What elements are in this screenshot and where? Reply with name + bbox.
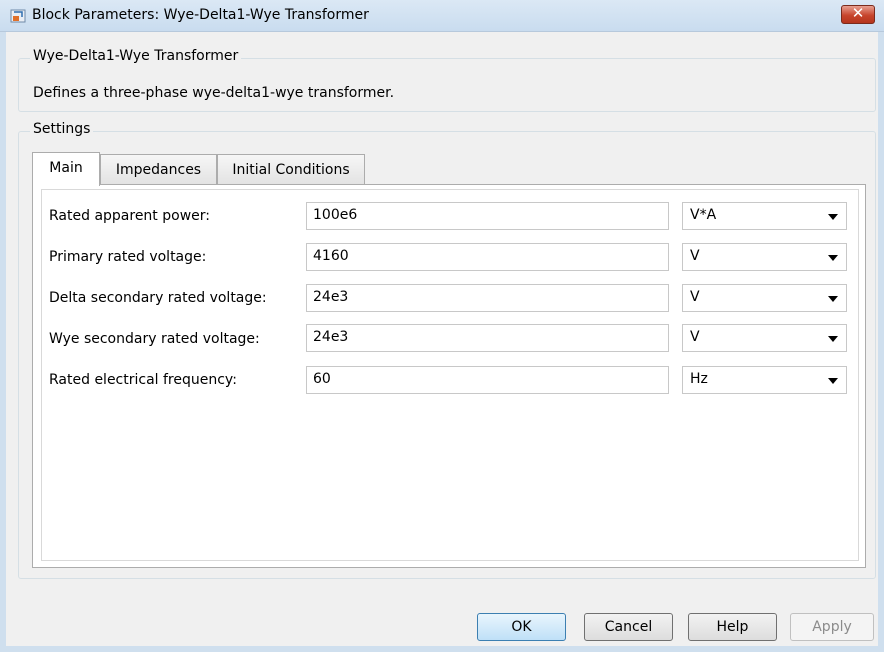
delta-secondary-rated-voltage-unit: V (690, 289, 700, 305)
tab-main-label: Main (49, 160, 83, 176)
wye-secondary-rated-voltage-value: 24e3 (313, 329, 349, 345)
simulink-block-icon (10, 9, 26, 23)
close-button[interactable]: ✕ (841, 4, 875, 24)
rated-apparent-power-value: 100e6 (313, 207, 358, 223)
wye-secondary-rated-voltage-unit-select[interactable]: V (682, 324, 847, 352)
delta-secondary-rated-voltage-value: 24e3 (313, 289, 349, 305)
ok-button-label: OK (511, 619, 532, 635)
delta-secondary-rated-voltage-unit-select[interactable]: V (682, 284, 847, 312)
window-title: Block Parameters: Wye-Delta1-Wye Transfo… (32, 7, 369, 23)
param-label-primary-rated-voltage: Primary rated voltage: (49, 249, 207, 265)
primary-rated-voltage-value: 4160 (313, 248, 349, 264)
cancel-button-label: Cancel (604, 619, 653, 635)
primary-rated-voltage-unit-select[interactable]: V (682, 243, 847, 271)
primary-rated-voltage-input[interactable]: 4160 (306, 243, 669, 271)
block-description: Defines a three-phase wye-delta1-wye tra… (33, 85, 395, 101)
chevron-down-icon (828, 255, 838, 261)
tab-initial-conditions[interactable]: Initial Conditions (217, 154, 365, 184)
close-icon: ✕ (851, 4, 865, 22)
tab-main[interactable]: Main (32, 152, 100, 186)
ok-button[interactable]: OK (477, 613, 566, 641)
rated-electrical-frequency-unit-select[interactable]: Hz (682, 366, 847, 394)
tab-impedances-label: Impedances (115, 162, 202, 178)
delta-secondary-rated-voltage-input[interactable]: 24e3 (306, 284, 669, 312)
rated-apparent-power-unit: V*A (690, 207, 717, 223)
wye-secondary-rated-voltage-input[interactable]: 24e3 (306, 324, 669, 352)
chevron-down-icon (828, 214, 838, 220)
param-label-wye-secondary-rated-voltage: Wye secondary rated voltage: (49, 331, 260, 347)
primary-rated-voltage-unit: V (690, 248, 700, 264)
param-label-rated-apparent-power: Rated apparent power: (49, 208, 210, 224)
rated-electrical-frequency-value: 60 (313, 371, 331, 387)
help-button[interactable]: Help (688, 613, 777, 641)
param-label-delta-secondary-rated-voltage: Delta secondary rated voltage: (49, 290, 267, 306)
chevron-down-icon (828, 336, 838, 342)
apply-button-label: Apply (812, 619, 852, 635)
chevron-down-icon (828, 378, 838, 384)
cancel-button[interactable]: Cancel (584, 613, 673, 641)
help-button-label: Help (716, 619, 749, 635)
title-bar[interactable]: Block Parameters: Wye-Delta1-Wye Transfo… (0, 0, 884, 32)
settings-group-title: Settings (30, 121, 94, 137)
tab-initial-conditions-label: Initial Conditions (232, 162, 350, 178)
wye-secondary-rated-voltage-unit: V (690, 329, 700, 345)
rated-apparent-power-input[interactable]: 100e6 (306, 202, 669, 230)
chevron-down-icon (828, 296, 838, 302)
rated-electrical-frequency-input[interactable]: 60 (306, 366, 669, 394)
param-label-rated-electrical-frequency: Rated electrical frequency: (49, 372, 237, 388)
description-group-title: Wye-Delta1-Wye Transformer (30, 48, 242, 64)
tab-impedances[interactable]: Impedances (100, 154, 217, 184)
apply-button[interactable]: Apply (790, 613, 874, 641)
rated-apparent-power-unit-select[interactable]: V*A (682, 202, 847, 230)
rated-electrical-frequency-unit: Hz (690, 371, 708, 387)
